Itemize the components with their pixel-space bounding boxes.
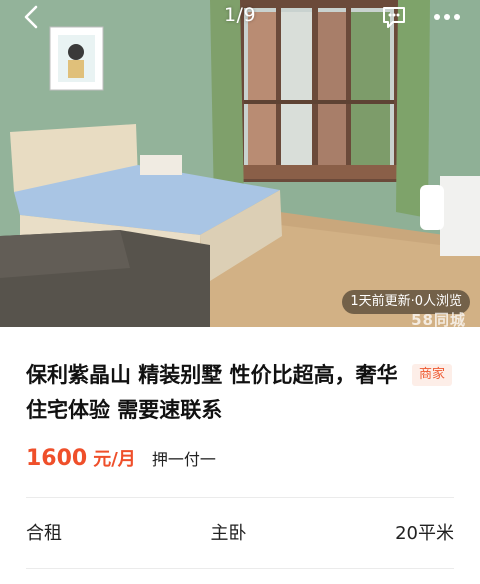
room-area: 20平米 bbox=[395, 523, 454, 544]
divider bbox=[26, 568, 454, 569]
attribute-row: 合租 主卧 20平米 bbox=[26, 518, 454, 546]
price-value: 1600 bbox=[26, 446, 88, 471]
room-type: 主卧 bbox=[210, 523, 247, 544]
watermark-logo: 58同城 bbox=[411, 311, 466, 327]
payment-terms: 押一付一 bbox=[151, 450, 216, 469]
listing-title: 保利紫晶山 精装别墅 性价比超高，奢华住宅体验 需要速联系 bbox=[26, 363, 398, 422]
listing-photo[interactable]: 1/9 1天前更新·0人浏览 58同城 bbox=[0, 0, 480, 327]
rent-type: 合租 bbox=[26, 523, 62, 544]
merchant-badge: 商家 bbox=[412, 364, 453, 386]
more-dots-icon[interactable] bbox=[430, 3, 464, 31]
room-photo-illustration bbox=[0, 0, 480, 327]
divider bbox=[26, 497, 454, 498]
message-icon[interactable] bbox=[380, 3, 408, 31]
photo-page-indicator: 1/9 bbox=[223, 4, 257, 26]
photo-top-bar: 1/9 bbox=[0, 0, 480, 34]
price-unit: 元/月 bbox=[93, 449, 136, 470]
price-row: 1600 元/月 押一付一 bbox=[26, 445, 216, 475]
